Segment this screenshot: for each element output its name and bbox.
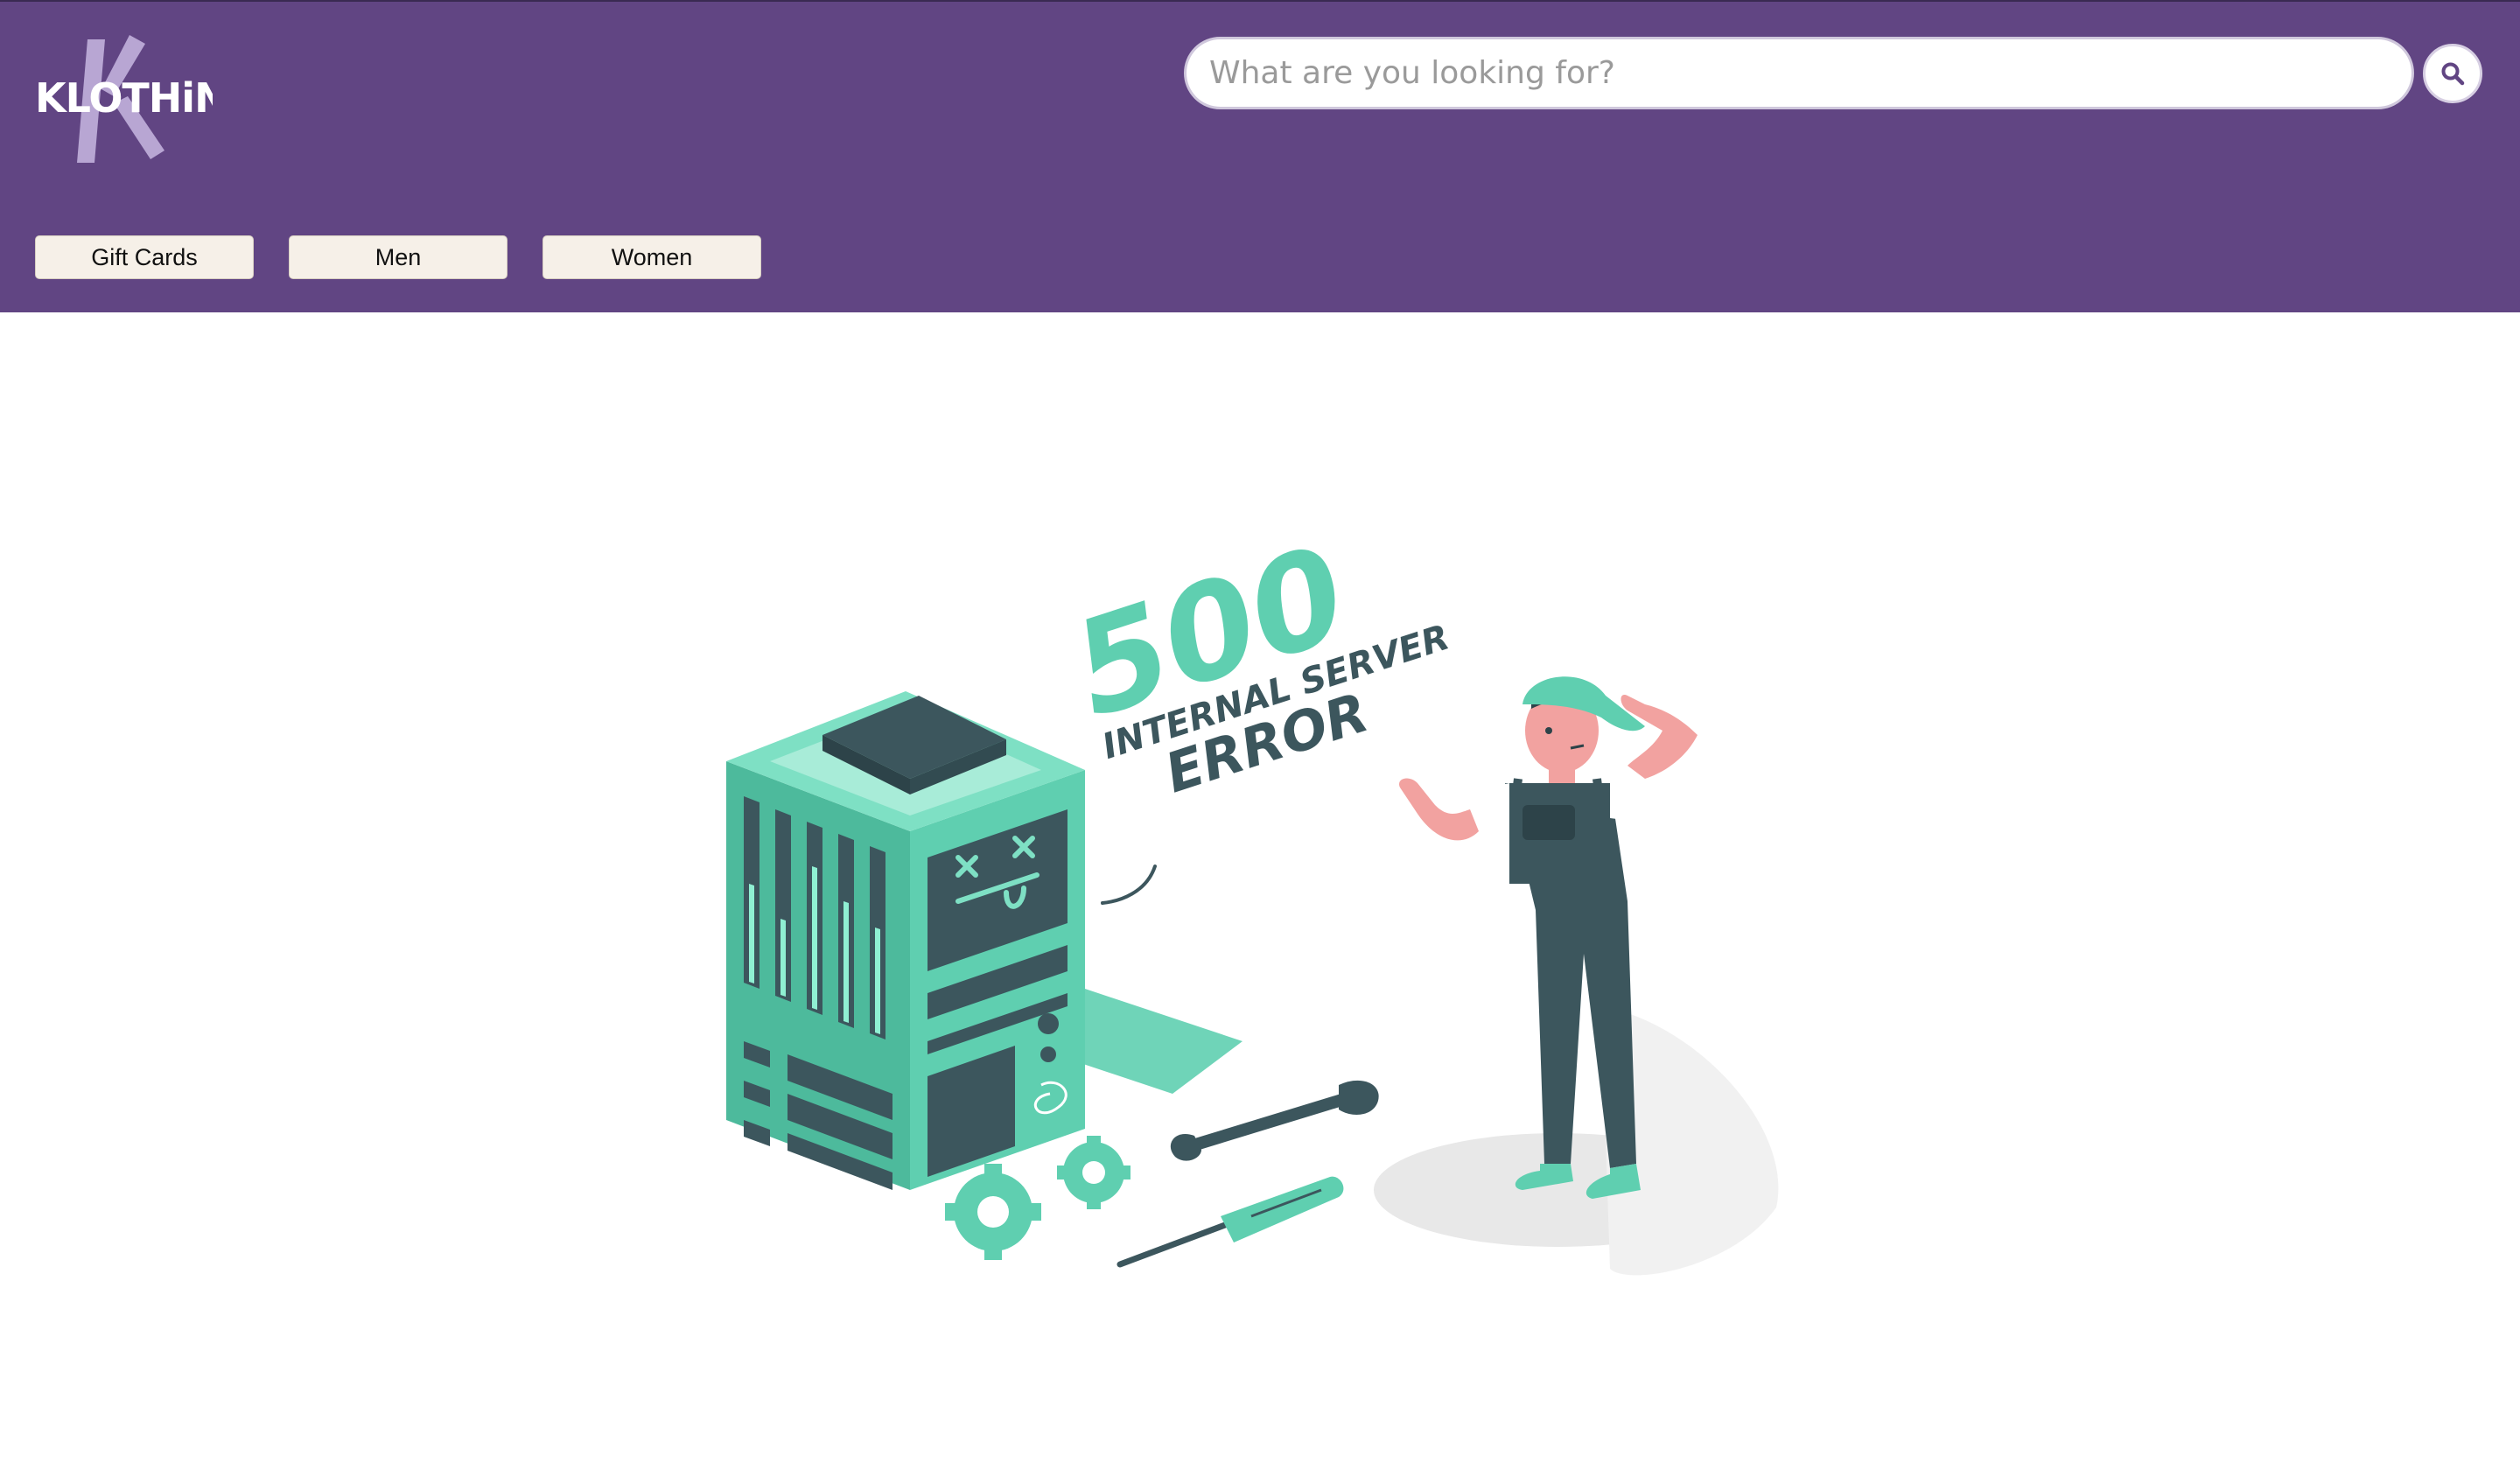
error-text-group: 500 INTERNAL SERVER ERROR bbox=[1056, 518, 1454, 805]
wrench-icon bbox=[1170, 1080, 1379, 1161]
nav-men-button[interactable]: Men bbox=[289, 235, 508, 279]
logo-text: KLOTHiNG bbox=[35, 74, 213, 122]
site-header: KLOTHiNG Gift Cards Men Women bbox=[0, 0, 2520, 312]
klothing-logo[interactable]: KLOTHiNG bbox=[33, 35, 260, 163]
gear-icon bbox=[1057, 1136, 1130, 1209]
nav-women-button[interactable]: Women bbox=[542, 235, 761, 279]
error-illustration: 500 INTERNAL SERVER ERROR bbox=[718, 516, 1802, 1286]
search-input[interactable] bbox=[1186, 39, 2412, 107]
screwdriver-icon bbox=[1116, 1176, 1344, 1268]
gear-icon bbox=[945, 1164, 1041, 1260]
search-button[interactable] bbox=[2423, 44, 2482, 103]
server-error-illustration: 500 INTERNAL SERVER ERROR bbox=[726, 518, 1779, 1276]
search-icon bbox=[2441, 62, 2465, 86]
nav-gift-cards-button[interactable]: Gift Cards bbox=[35, 235, 254, 279]
search-bar bbox=[1184, 37, 2414, 109]
logo-graphic: KLOTHiNG bbox=[35, 35, 260, 163]
